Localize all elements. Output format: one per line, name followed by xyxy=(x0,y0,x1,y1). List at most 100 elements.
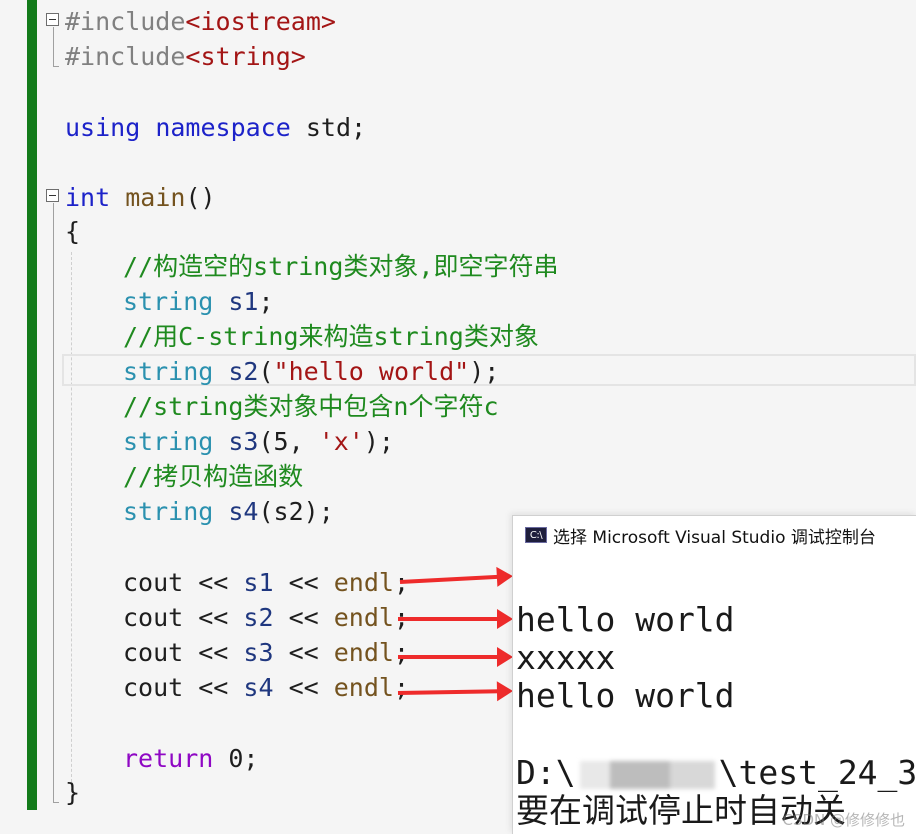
code-token: //用C-string来构造string类对象 xyxy=(123,322,539,351)
code-token: using xyxy=(65,113,141,142)
collapse-main-icon[interactable] xyxy=(46,189,59,202)
code-token: s4 xyxy=(228,497,259,526)
code-token: ( xyxy=(258,357,274,386)
console-title: 选择 Microsoft Visual Studio 调试控制台 xyxy=(553,527,876,548)
code-line[interactable]: int main() xyxy=(65,180,216,215)
code-token: ); xyxy=(363,427,394,456)
console-app-icon: C:\ xyxy=(525,527,547,543)
code-token: string xyxy=(123,287,214,316)
code-token: ); xyxy=(469,357,500,386)
code-token: << xyxy=(273,638,334,667)
code-token: #include xyxy=(65,42,186,71)
code-line[interactable]: //string类对象中包含n个字符c xyxy=(65,389,499,424)
code-line[interactable]: #include<string> xyxy=(65,39,306,74)
code-line[interactable]: //构造空的string类对象,即空字符串 xyxy=(65,249,558,284)
code-token: s3 xyxy=(228,427,259,456)
code-line[interactable]: cout << s2 << endl; xyxy=(65,600,409,635)
code-token: () xyxy=(185,183,216,212)
code-token: //string类对象中包含n个字符c xyxy=(123,392,499,421)
arrow-s4 xyxy=(397,689,501,695)
fold-guide-main-end xyxy=(53,802,59,804)
code-line[interactable]: string s2("hello world"); xyxy=(65,354,499,389)
code-token: //拷贝构造函数 xyxy=(123,462,304,491)
code-token: << xyxy=(273,568,334,597)
code-line[interactable]: cout << s3 << endl; xyxy=(65,635,409,670)
arrow-s2 xyxy=(398,609,513,629)
code-token: s2 xyxy=(243,603,274,632)
code-token: ; xyxy=(393,673,410,702)
code-token: << xyxy=(273,673,334,702)
output-line-1: hello world xyxy=(516,600,735,639)
output-path-line: D:\ \test_24_3_ xyxy=(516,753,916,793)
code-token: "hello world" xyxy=(273,357,470,386)
code-line[interactable]: cout << s4 << endl; xyxy=(65,670,409,705)
code-line[interactable]: #include<iostream> xyxy=(65,4,336,39)
code-token: endl xyxy=(333,603,394,632)
code-token: #include xyxy=(65,7,186,36)
code-token: s2 xyxy=(228,357,259,386)
code-token: ; xyxy=(258,287,274,316)
code-token: std; xyxy=(290,113,367,142)
code-token: 'x' xyxy=(318,427,364,456)
arrow-s1 xyxy=(399,574,500,584)
debug-console-window[interactable]: C:\ 选择 Microsoft Visual Studio 调试控制台 hel… xyxy=(512,515,916,834)
code-line[interactable]: string s4(s2); xyxy=(65,494,334,529)
fold-guide-end xyxy=(53,66,59,68)
output-line-2: xxxxx xyxy=(516,638,616,677)
fold-guide-includes xyxy=(53,27,54,67)
code-line[interactable]: string s3(5, 'x'); xyxy=(65,424,394,459)
code-token: string xyxy=(123,427,214,456)
code-line[interactable]: } xyxy=(65,775,80,810)
code-token: main xyxy=(125,183,186,212)
code-token: endl xyxy=(333,638,394,667)
code-token: endl xyxy=(333,673,394,702)
code-token: cout << xyxy=(123,673,244,702)
code-token: 0; xyxy=(213,744,259,773)
code-token: cout << xyxy=(123,568,244,597)
code-line[interactable]: //拷贝构造函数 xyxy=(65,459,303,494)
path-suffix: \test_24_3_ xyxy=(718,753,916,792)
console-titlebar[interactable]: C:\ 选择 Microsoft Visual Studio 调试控制台 xyxy=(513,516,916,554)
arrow-s3 xyxy=(398,647,513,667)
code-token: string xyxy=(123,357,214,386)
code-token: <iostream> xyxy=(185,7,336,36)
code-token: s1 xyxy=(228,287,259,316)
code-token: s4 xyxy=(243,673,274,702)
code-token: ; xyxy=(393,638,410,667)
code-token: endl xyxy=(333,568,394,597)
change-tracking-bar xyxy=(27,0,37,810)
code-line[interactable]: return 0; xyxy=(65,741,258,776)
code-token: //构造空的string类对象,即空字符串 xyxy=(123,252,559,281)
code-token: s3 xyxy=(243,638,274,667)
collapse-includes-icon[interactable] xyxy=(46,13,59,26)
code-token: { xyxy=(65,217,81,246)
code-token: cout << xyxy=(123,638,244,667)
console-output[interactable]: hello world xxxxx hello world D:\ \test_2… xyxy=(513,554,916,834)
code-token: } xyxy=(65,778,81,807)
code-token: string xyxy=(123,497,214,526)
code-token: return xyxy=(123,744,214,773)
code-line[interactable]: cout << s1 << endl; xyxy=(65,565,409,600)
fold-guide-main xyxy=(53,203,54,803)
code-token: int xyxy=(65,183,111,212)
code-line[interactable]: using namespace std; xyxy=(65,110,366,145)
code-token: << xyxy=(273,603,334,632)
code-line[interactable]: string s1; xyxy=(65,284,274,319)
redacted-path xyxy=(579,760,715,789)
code-line[interactable]: { xyxy=(65,214,80,249)
code-token: cout << xyxy=(123,603,244,632)
code-token: <string> xyxy=(185,42,306,71)
output-line-3: hello world xyxy=(516,676,735,715)
code-token: s1 xyxy=(243,568,274,597)
watermark: CSDN @修修修也 xyxy=(782,811,905,829)
path-prefix: D:\ xyxy=(516,753,576,792)
code-token: (s2); xyxy=(258,497,334,526)
code-token: (5, xyxy=(258,427,319,456)
code-line[interactable]: //用C-string来构造string类对象 xyxy=(65,319,539,354)
